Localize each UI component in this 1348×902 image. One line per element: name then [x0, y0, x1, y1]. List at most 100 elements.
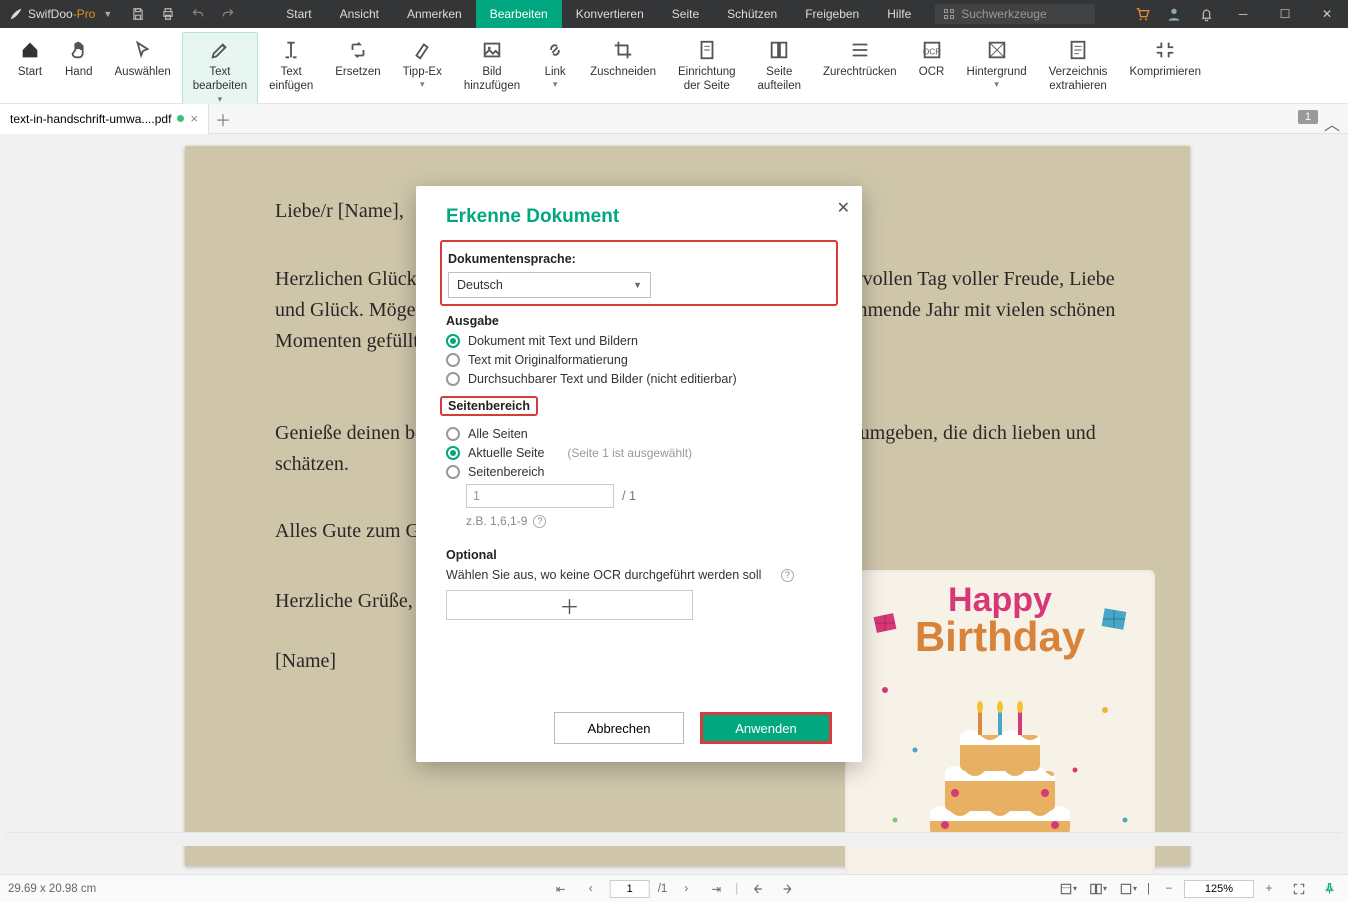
- menu-freigeben[interactable]: Freigeben: [791, 0, 873, 28]
- page-indicator[interactable]: 1: [1298, 110, 1318, 124]
- ribbon-bg[interactable]: Hintergrund▾: [956, 32, 1038, 94]
- zoom-out-icon[interactable]: −: [1158, 878, 1180, 900]
- page-number-input[interactable]: [610, 880, 650, 898]
- ribbon-link[interactable]: Link▾: [531, 32, 579, 94]
- redo-icon[interactable]: [214, 0, 242, 28]
- add-exclusion-button[interactable]: ＋: [446, 590, 693, 620]
- ribbon-toc[interactable]: Verzeichnis extrahieren: [1038, 32, 1119, 97]
- layout-icon[interactable]: ▾: [1087, 878, 1109, 900]
- ribbon-replace[interactable]: Ersetzen: [324, 32, 391, 82]
- cursor-icon: [132, 37, 154, 63]
- language-dropdown[interactable]: Deutsch ▼: [448, 272, 651, 298]
- close-button[interactable]: ✕: [1306, 0, 1348, 28]
- menu-ansicht[interactable]: Ansicht: [326, 0, 393, 28]
- fit-icon[interactable]: ▾: [1117, 878, 1139, 900]
- range-current-hint: (Seite 1 ist ausgewählt): [567, 446, 692, 460]
- statusbar: 29.69 x 20.98 cm ⇤ ‹ /1 › ⇥ | ▾ ▾ ▾ | − …: [0, 874, 1348, 902]
- dialog-close-icon[interactable]: ✕: [837, 198, 850, 218]
- range-option-all[interactable]: Alle Seiten: [446, 427, 832, 441]
- minimize-button[interactable]: ─: [1222, 0, 1264, 28]
- link-icon: [544, 37, 566, 63]
- next-page-icon[interactable]: ›: [675, 878, 697, 900]
- quick-access-toolbar: [124, 0, 242, 28]
- ribbon-image[interactable]: Bild hinzufügen: [453, 32, 531, 97]
- ribbon-textedit[interactable]: Text bearbeiten▾: [182, 32, 258, 108]
- page-range-hint: z.B. 1,6,1-9?: [466, 514, 832, 528]
- view-mode-icon[interactable]: ▾: [1057, 878, 1079, 900]
- output-option-2[interactable]: Text mit Originalformatierung: [446, 353, 832, 367]
- help-icon[interactable]: ?: [533, 515, 546, 528]
- ribbon-crop[interactable]: Zuschneiden: [579, 32, 667, 82]
- maximize-button[interactable]: ☐: [1264, 0, 1306, 28]
- ribbon-textinsert[interactable]: Text einfügen: [258, 32, 324, 97]
- ribbon-pagesetup[interactable]: Einrichtung der Seite: [667, 32, 747, 97]
- ribbon-cursor[interactable]: Auswählen: [104, 32, 182, 82]
- print-icon[interactable]: [154, 0, 182, 28]
- ribbon-label: Text bearbeiten: [193, 65, 247, 94]
- zoom-input[interactable]: [1184, 880, 1254, 898]
- dialog-actions: Abbrechen Anwenden: [446, 712, 832, 744]
- range-all-label: Alle Seiten: [468, 427, 528, 441]
- add-tab-button[interactable]: ＋: [209, 104, 237, 134]
- ocr-dialog: ✕ Erkenne Dokument Dokumentensprache: De…: [416, 186, 862, 762]
- app-menu-caret-icon[interactable]: ▼: [103, 9, 112, 19]
- cancel-button[interactable]: Abbrechen: [554, 712, 684, 744]
- ribbon-label: Link: [545, 65, 566, 79]
- tippex-icon: [411, 37, 433, 63]
- image-icon: [481, 37, 503, 63]
- last-page-icon[interactable]: ⇥: [705, 878, 727, 900]
- prev-page-icon[interactable]: ‹: [580, 878, 602, 900]
- zoom-in-icon[interactable]: +: [1258, 878, 1280, 900]
- compress-icon: [1154, 37, 1176, 63]
- cart-icon[interactable]: [1126, 0, 1158, 28]
- help-icon[interactable]: ?: [781, 569, 794, 582]
- menu-schützen[interactable]: Schützen: [713, 0, 791, 28]
- replace-icon: [347, 37, 369, 63]
- save-icon[interactable]: [124, 0, 152, 28]
- card-title: Happy Birthday: [915, 584, 1085, 657]
- menu-anmerken[interactable]: Anmerken: [393, 0, 476, 28]
- bg-icon: [986, 37, 1008, 63]
- ribbon-label: Einrichtung der Seite: [678, 65, 736, 94]
- document-tab[interactable]: text-in-handschrift-umwa....pdf ×: [0, 104, 209, 134]
- next-view-icon[interactable]: [776, 878, 798, 900]
- crop-icon: [612, 37, 634, 63]
- fullscreen-icon[interactable]: [1288, 878, 1310, 900]
- card-birthday: Birthday: [915, 617, 1085, 657]
- ribbon-align[interactable]: Zurechtrücken: [812, 32, 908, 82]
- ribbon-label: Text einfügen: [269, 65, 313, 94]
- bell-icon[interactable]: [1190, 0, 1222, 28]
- ribbon-split[interactable]: Seite aufteilen: [747, 32, 812, 97]
- zoom-controls: − +: [1158, 878, 1280, 900]
- menu-konvertieren[interactable]: Konvertieren: [562, 0, 658, 28]
- ribbon-label: Start: [18, 65, 42, 79]
- ribbon-hand[interactable]: Hand: [54, 32, 104, 82]
- pin-icon[interactable]: [1318, 878, 1340, 900]
- menu-seite[interactable]: Seite: [658, 0, 713, 28]
- ribbon-compress[interactable]: Komprimieren: [1118, 32, 1212, 82]
- ocr-icon: OCR: [921, 37, 943, 63]
- menu-start[interactable]: Start: [272, 0, 325, 28]
- range-option-range[interactable]: Seitenbereich: [446, 465, 832, 479]
- apply-button[interactable]: Anwenden: [700, 712, 832, 744]
- page-range-label: Seitenbereich: [448, 399, 530, 413]
- undo-icon[interactable]: [184, 0, 212, 28]
- ribbon-label: Verzeichnis extrahieren: [1049, 65, 1108, 94]
- menu-bearbeiten[interactable]: Bearbeiten: [476, 0, 562, 28]
- ribbon-tippex[interactable]: Tipp-Ex▾: [392, 32, 453, 94]
- collapse-ribbon-icon[interactable]: ︿: [1324, 111, 1340, 135]
- range-option-current[interactable]: Aktuelle Seite (Seite 1 ist ausgewählt): [446, 446, 832, 460]
- ribbon-ocr[interactable]: OCROCR: [908, 32, 956, 82]
- page-range-input[interactable]: [466, 484, 614, 508]
- search-tools[interactable]: Suchwerkzeuge: [935, 4, 1095, 24]
- prev-view-icon[interactable]: [746, 878, 768, 900]
- first-page-icon[interactable]: ⇤: [550, 878, 572, 900]
- user-icon[interactable]: [1158, 0, 1190, 28]
- tab-close-icon[interactable]: ×: [190, 111, 198, 126]
- menu-hilfe[interactable]: Hilfe: [873, 0, 925, 28]
- ribbon-home[interactable]: Start: [6, 32, 54, 82]
- output-option-3[interactable]: Durchsuchbarer Text und Bilder (nicht ed…: [446, 372, 832, 386]
- horizontal-scrollbar[interactable]: [6, 832, 1342, 846]
- output-option-1[interactable]: Dokument mit Text und Bildern: [446, 334, 832, 348]
- ribbon-label: Auswählen: [115, 65, 171, 79]
